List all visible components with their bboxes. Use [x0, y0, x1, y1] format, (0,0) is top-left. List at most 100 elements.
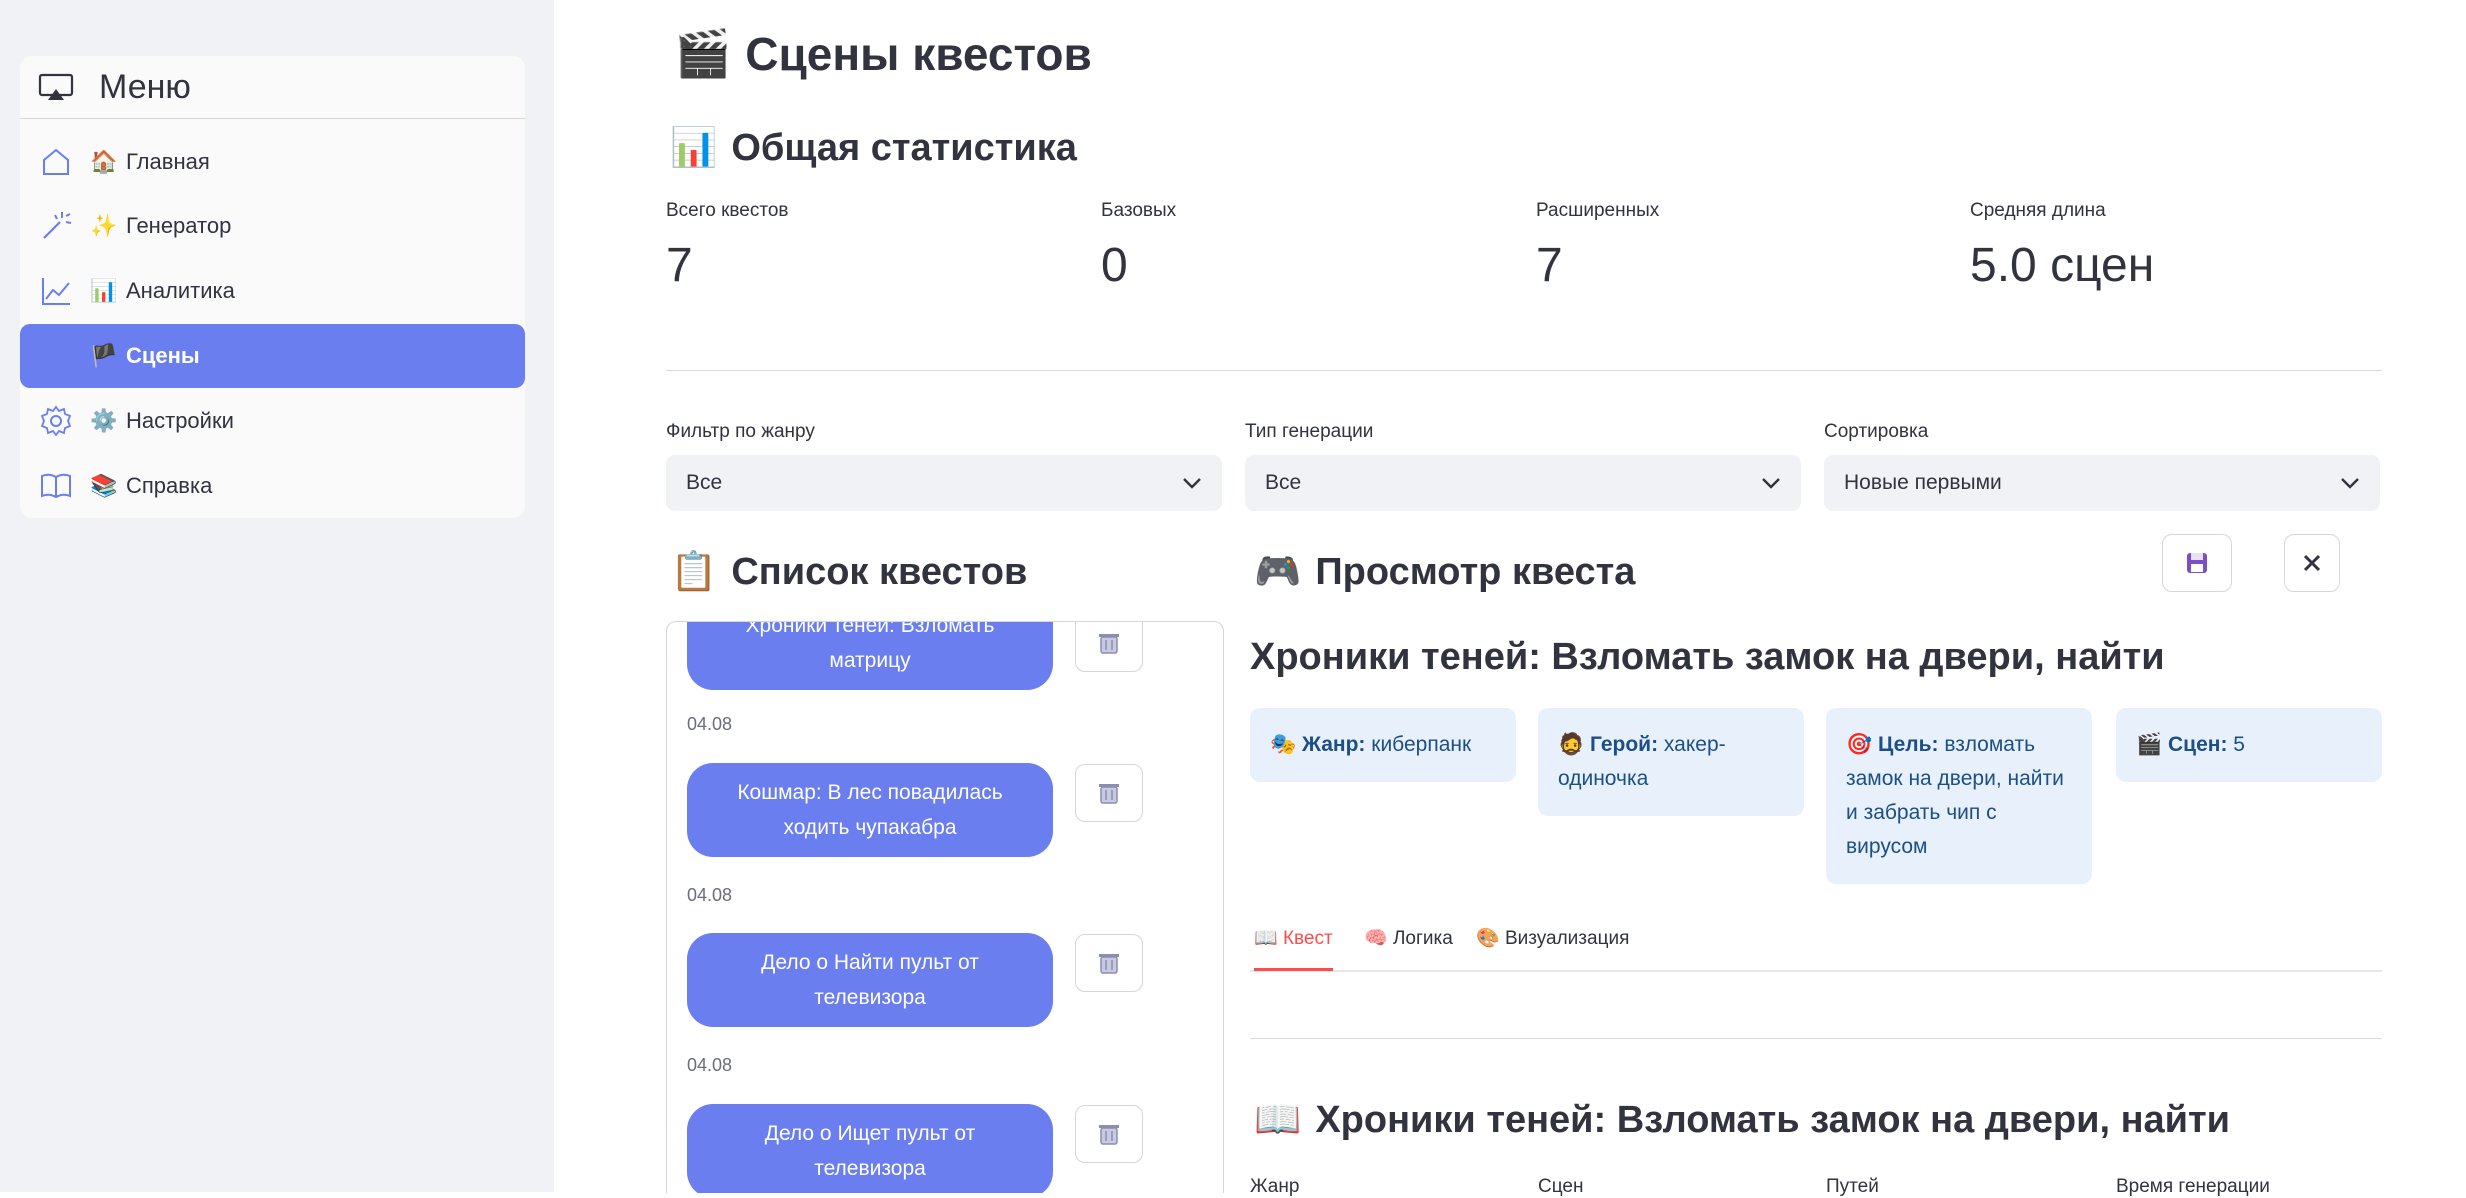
- metric-value: 0: [1101, 239, 1128, 292]
- save-button[interactable]: [2162, 534, 2232, 592]
- delete-button[interactable]: [1075, 1105, 1143, 1163]
- quest-date: 04.08: [687, 885, 733, 905]
- info-label: Герой:: [1590, 733, 1659, 756]
- quest-item-button[interactable]: Хроники теней: Взломать матрицу: [687, 622, 1053, 690]
- close-button[interactable]: [2284, 534, 2340, 592]
- quest-title: Хроники теней: Взломать замок на двери, …: [1250, 636, 2165, 678]
- gen-type-select[interactable]: Все: [1245, 455, 1801, 511]
- quest-list-heading: 📋 Список квестов: [670, 550, 1027, 594]
- delete-button[interactable]: [1075, 934, 1143, 992]
- gen-type-select-value: Все: [1265, 471, 1302, 494]
- info-label: Сцен:: [2168, 733, 2228, 756]
- delete-button[interactable]: [1075, 764, 1143, 822]
- quest-item-button[interactable]: Дело о Найти пульт от телевизора: [687, 933, 1053, 1027]
- trash-icon: [1098, 951, 1120, 975]
- sort-filter: Сортировка Новые первыми: [1824, 421, 2380, 511]
- divider: [1250, 1038, 2382, 1039]
- books-emoji: 📚: [90, 473, 118, 498]
- metric-label: Базовых: [1101, 200, 1177, 221]
- sidebar-item-home[interactable]: 🏠 Главная: [20, 130, 525, 194]
- gear-icon: [40, 405, 72, 437]
- metric-extended: Расширенных 7: [1536, 200, 1659, 293]
- sidebar-item-scenes[interactable]: 🏴 Сцены: [20, 324, 525, 388]
- house-icon: [40, 146, 72, 178]
- sidebar-item-label: Генератор: [126, 213, 232, 238]
- info-card-scenes: 🎬 Сцен: 5: [2116, 708, 2382, 782]
- viewer-tabs: 📖 Квест 🧠 Логика 🎨 Визуализация: [1250, 918, 2382, 972]
- metric-label: Средняя длина: [1970, 200, 2106, 221]
- info-label: Жанр:: [1302, 733, 1366, 756]
- delete-button[interactable]: [1075, 622, 1143, 672]
- tab-label: Визуализация: [1504, 928, 1630, 949]
- info-value: киберпанк: [1371, 733, 1472, 756]
- metric-avg-length: Средняя длина 5.0 сцен: [1970, 200, 2154, 293]
- chevron-down-icon: [1182, 477, 1202, 489]
- section-heading-text: Хроники теней: Взломать замок на двери, …: [1315, 1098, 2230, 1141]
- clapper-emoji: 🎬: [2136, 733, 2163, 756]
- menu-header: Меню: [20, 56, 525, 119]
- quest-date: 04.08: [687, 1055, 733, 1075]
- sidebar-item-label: Настройки: [126, 408, 234, 433]
- flag-emoji: 🏴: [90, 343, 118, 368]
- trash-icon: [1098, 781, 1120, 805]
- viewer-heading: 🎮 Просмотр квеста: [1254, 550, 1635, 594]
- info-value: 5: [2233, 733, 2245, 756]
- gen-type-filter-label: Тип генерации: [1245, 421, 1374, 442]
- gear-emoji: ⚙️: [90, 408, 118, 433]
- quest-date: 04.08: [687, 714, 733, 734]
- sidebar-item-help[interactable]: 📚 Справка: [20, 454, 525, 518]
- genre-filter-label: Фильтр по жанру: [666, 421, 815, 442]
- section-heading: 📖 Хроники теней: Взломать замок на двери…: [1254, 1098, 2230, 1142]
- sidebar-item-label: Аналитика: [126, 278, 235, 303]
- genre-filter: Фильтр по жанру Все: [666, 421, 1222, 511]
- genre-select[interactable]: Все: [666, 455, 1222, 511]
- page-title: 🎬 Сцены квестов: [674, 26, 1092, 81]
- menu-title: Меню: [99, 67, 191, 106]
- cast-icon: [38, 72, 74, 102]
- table-header-gen-time: Время генерации: [2116, 1176, 2270, 1197]
- open-book-emoji: 📖: [1254, 1099, 1302, 1141]
- sidebar-item-label: Главная: [126, 149, 210, 174]
- chevron-down-icon: [1761, 477, 1781, 489]
- clipboard-emoji: 📋: [670, 551, 718, 593]
- page-title-text: Сцены квестов: [745, 27, 1092, 80]
- quest-item-button[interactable]: Дело о Ищет пульт от телевизора: [687, 1104, 1053, 1193]
- book-icon: [40, 470, 72, 502]
- stats-heading: 📊 Общая статистика: [670, 126, 1077, 170]
- magic-wand-icon: [40, 210, 72, 242]
- sidebar-item-analytics[interactable]: 📊 Аналитика: [20, 259, 525, 323]
- main-content: 🎬 Сцены квестов 📊 Общая статистика Всего…: [554, 0, 2466, 1197]
- tab-logic[interactable]: 🧠 Логика: [1364, 926, 1453, 968]
- metric-value: 7: [1536, 239, 1563, 292]
- table-header-genre: Жанр: [1250, 1176, 1300, 1197]
- palette-emoji: 🎨: [1476, 928, 1500, 949]
- gen-type-filter: Тип генерации Все: [1245, 421, 1801, 511]
- viewer-heading-text: Просмотр квеста: [1315, 550, 1636, 593]
- info-label: Цель:: [1878, 733, 1939, 756]
- chart-emoji: 📊: [670, 127, 718, 169]
- sidebar-item-settings[interactable]: ⚙️ Настройки: [20, 389, 525, 453]
- sparkles-emoji: ✨: [90, 213, 118, 238]
- metric-value: 7: [666, 239, 693, 292]
- quest-item-button[interactable]: Кошмар: В лес повадилась ходить чупакабр…: [687, 763, 1053, 857]
- close-icon: [2302, 553, 2322, 573]
- sidebar-item-generator[interactable]: ✨ Генератор: [20, 194, 525, 258]
- bar-chart-emoji: 📊: [90, 278, 118, 303]
- info-card-hero: 🧔 Герой: хакер-одиночка: [1538, 708, 1804, 816]
- sort-select[interactable]: Новые первыми: [1824, 455, 2380, 511]
- trash-icon: [1098, 1122, 1120, 1146]
- tab-quest[interactable]: 📖 Квест: [1254, 926, 1333, 971]
- sidebar-item-label: Сцены: [126, 343, 200, 368]
- tab-visualization[interactable]: 🎨 Визуализация: [1476, 926, 1629, 968]
- metric-value: 5.0 сцен: [1970, 239, 2155, 292]
- clapper-emoji: 🎬: [674, 27, 732, 79]
- trash-icon: [1098, 631, 1120, 655]
- metric-label: Расширенных: [1536, 200, 1660, 221]
- info-card-goal: 🎯 Цель: взломать замок на двери, найти и…: [1826, 708, 2092, 884]
- divider: [666, 370, 2382, 371]
- table-header-paths: Путей: [1826, 1176, 1879, 1197]
- chevron-down-icon: [2340, 477, 2360, 489]
- quest-list-scroll[interactable]: Хроники теней: Взломать матрицу 04.08 Ко…: [666, 621, 1224, 1193]
- metric-label: Всего квестов: [666, 200, 789, 221]
- line-chart-icon: [40, 275, 72, 307]
